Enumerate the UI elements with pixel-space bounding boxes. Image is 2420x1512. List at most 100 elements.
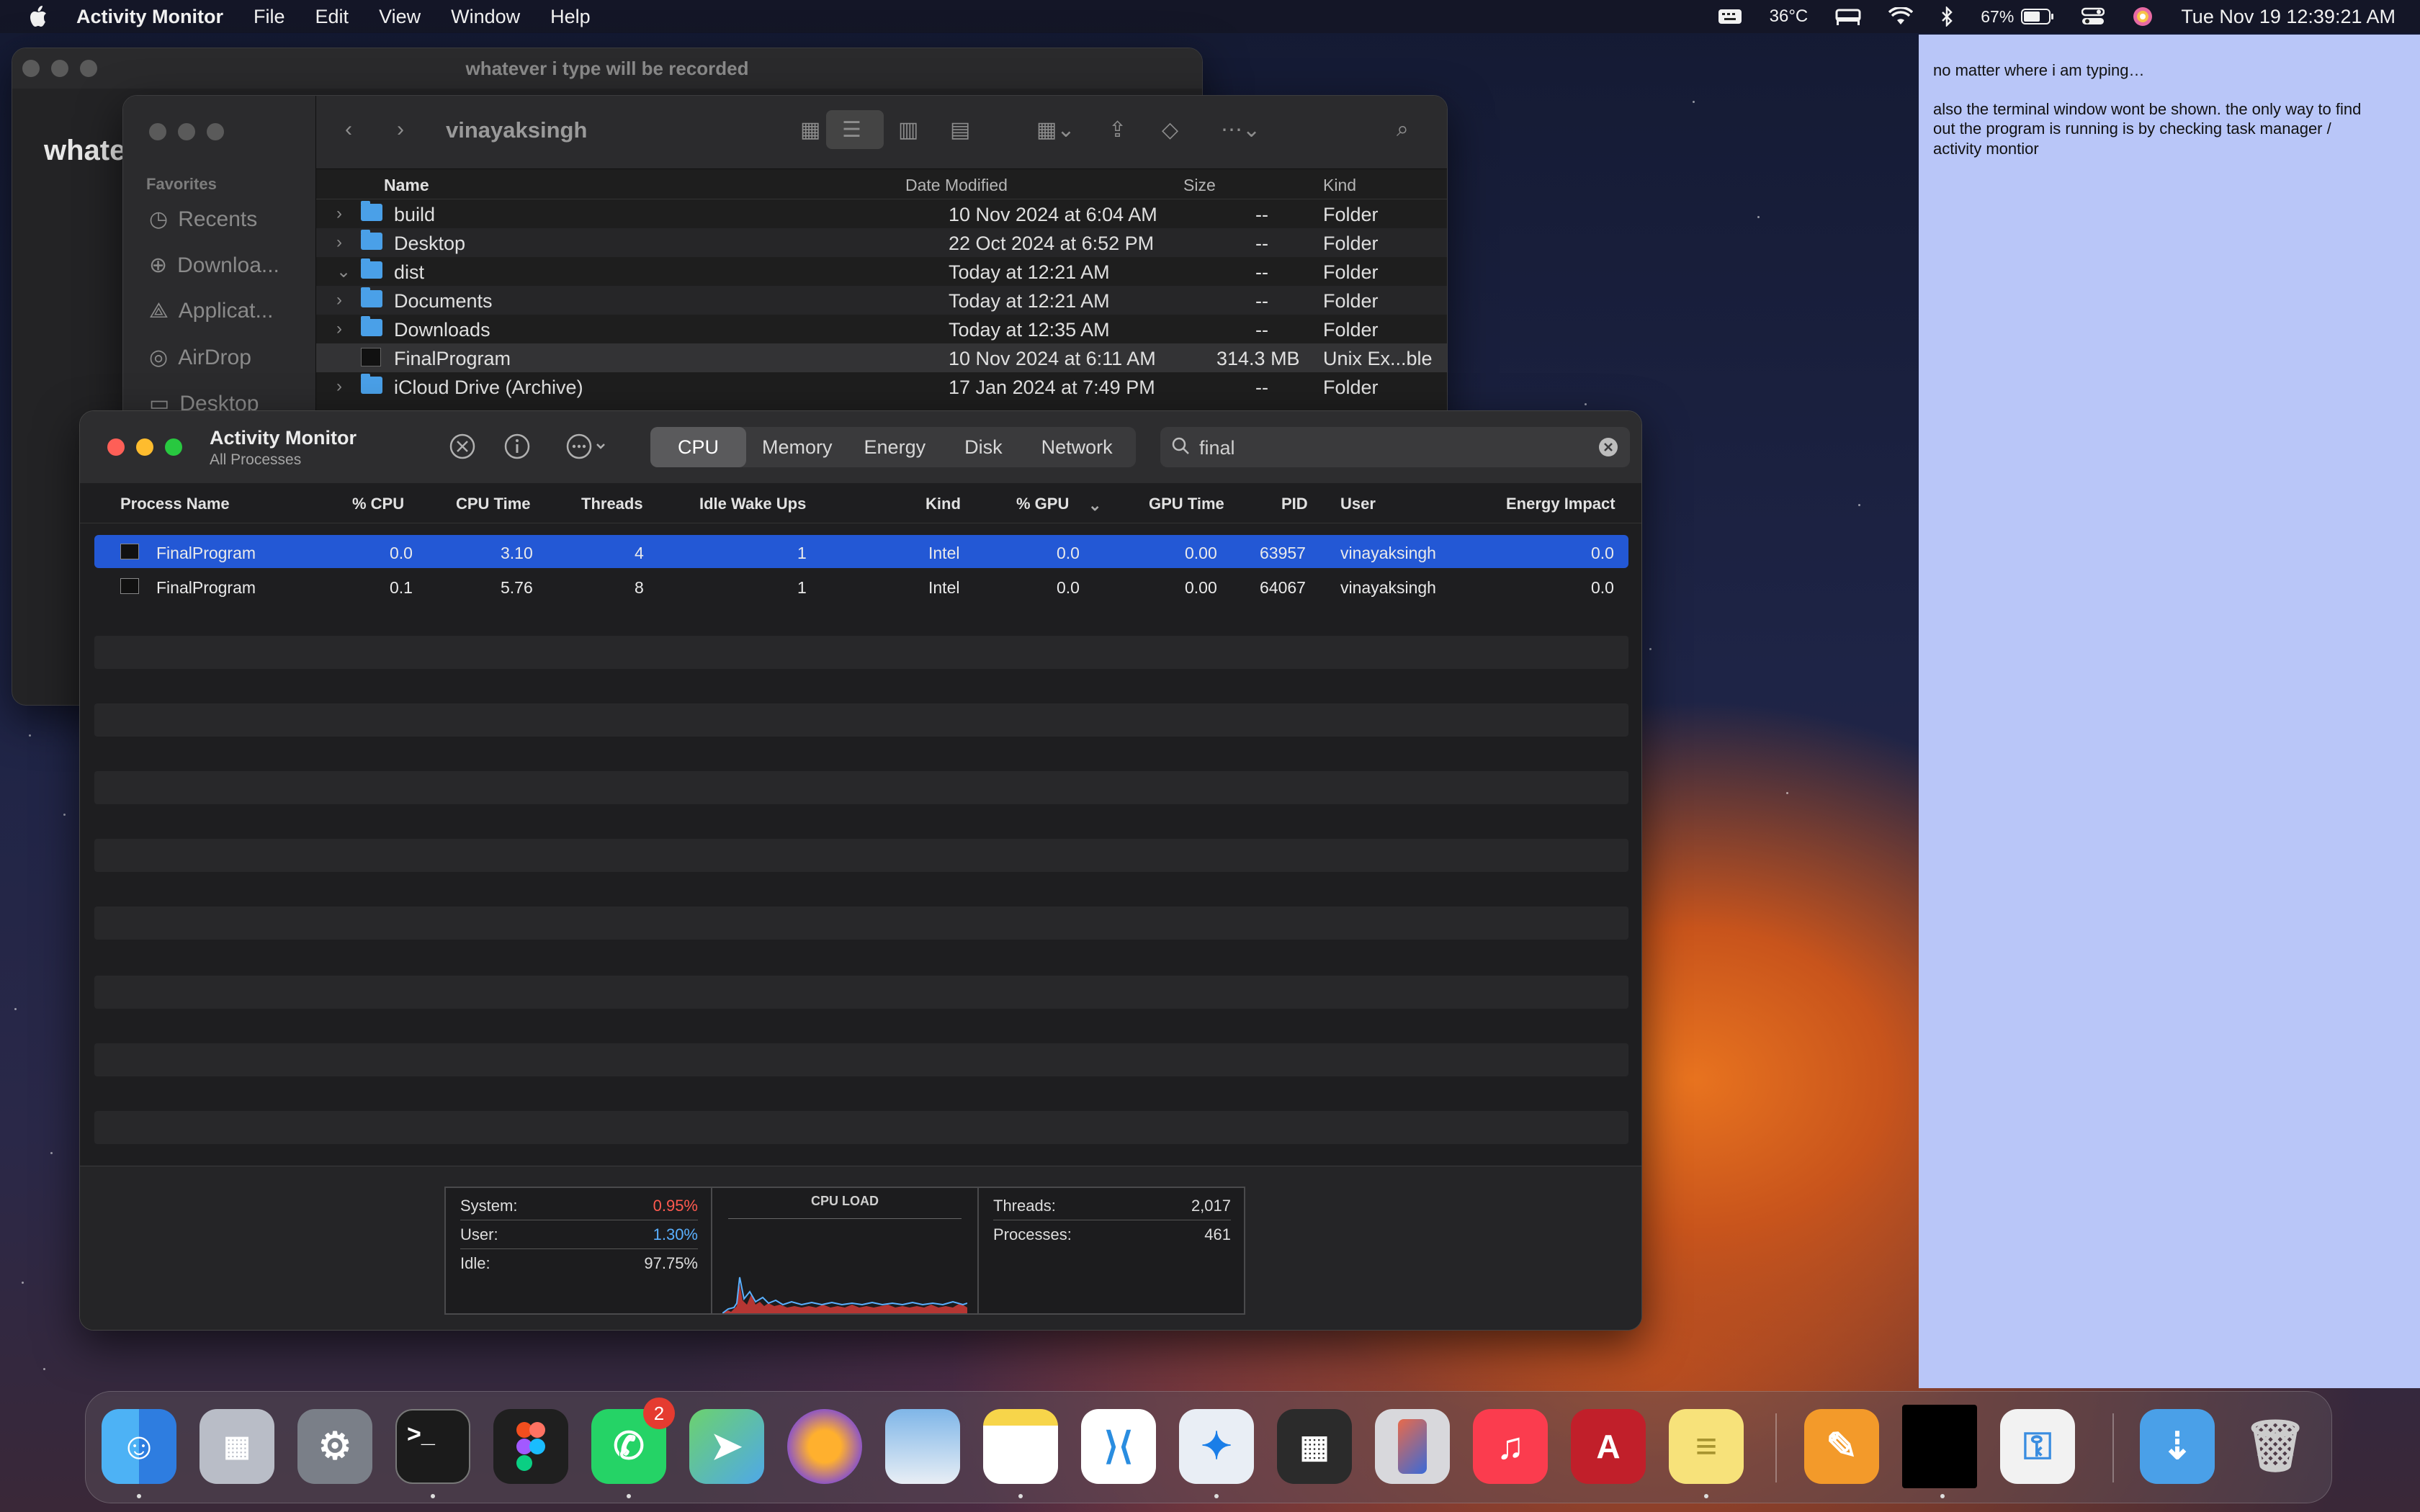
notes-icon[interactable] (983, 1409, 1058, 1484)
column-kind[interactable]: Kind (926, 495, 961, 513)
control-center-icon[interactable] (2081, 7, 2105, 26)
stickies-icon[interactable]: ≡ (1669, 1409, 1744, 1484)
group-icon[interactable]: ▦⌄ (1036, 117, 1075, 143)
disclosure-chevron[interactable]: › (336, 204, 342, 224)
trash-icon[interactable]: 🗑 (2238, 1409, 2313, 1484)
launchpad-icon[interactable]: ▦ (200, 1409, 274, 1484)
iphone-mirroring-icon[interactable] (1375, 1409, 1450, 1484)
column-gpu-time[interactable]: GPU Time (1149, 495, 1224, 513)
vscode-icon[interactable]: ⟩⟨ (1081, 1409, 1156, 1484)
column-view-icon[interactable]: ▥ (898, 117, 918, 143)
column-cpu-time[interactable]: CPU Time (456, 495, 531, 513)
disclosure-chevron[interactable]: › (336, 290, 342, 310)
close-button[interactable] (107, 438, 125, 456)
column-date-modified[interactable]: Date Modified (905, 176, 1008, 195)
close-button[interactable] (149, 123, 166, 140)
column-gpu[interactable]: % GPU (1016, 495, 1069, 513)
search-field[interactable]: final (1160, 427, 1630, 467)
safari-icon[interactable]: ✦ (1179, 1409, 1254, 1484)
file-row[interactable]: ⌄ dist Today at 12:21 AM -- Folder (316, 257, 1447, 286)
column-user[interactable]: User (1340, 495, 1376, 513)
share-icon[interactable]: ⇪ (1108, 117, 1126, 143)
menu-help[interactable]: Help (550, 6, 591, 28)
stop-process-icon[interactable] (449, 433, 476, 464)
zoom-button[interactable] (80, 60, 97, 77)
list-view-button[interactable]: ☰ (826, 110, 884, 149)
search-input[interactable]: final (1199, 437, 1235, 459)
activity-monitor-window[interactable]: Activity Monitor All Processes CPU Memor… (79, 410, 1642, 1331)
pages-icon[interactable]: ✎ (1804, 1409, 1879, 1484)
info-icon[interactable] (503, 433, 531, 464)
autocad-lt-icon[interactable]: A (1571, 1409, 1646, 1484)
sidebar-item-downloads[interactable]: ⊕ Downloa... (149, 253, 279, 278)
tab-memory[interactable]: Memory (746, 427, 848, 467)
column-idle-wake-ups[interactable]: Idle Wake Ups (699, 495, 806, 513)
music-icon[interactable]: ♫ (1473, 1409, 1548, 1484)
clear-search-icon[interactable] (1598, 437, 1618, 462)
back-icon[interactable]: ‹ (345, 117, 352, 142)
menu-app-name[interactable]: Activity Monitor (76, 6, 223, 28)
sidebar-item-recents[interactable]: ◷ Recents (149, 207, 257, 232)
menu-view[interactable]: View (379, 6, 421, 28)
finder-window[interactable]: Favorites ◷ Recents ⊕ Downloa... ⟁ Applicat… (122, 95, 1448, 426)
close-button[interactable] (22, 60, 40, 77)
column-threads[interactable]: Threads (581, 495, 643, 513)
search-icon[interactable]: ⌕ (1397, 117, 1409, 142)
sidebar-item-airdrop[interactable]: ◎ AirDrop (149, 345, 251, 370)
more-icon[interactable]: ⋯⌄ (1221, 117, 1260, 143)
menu-window[interactable]: Window (451, 6, 520, 28)
tab-disk[interactable]: Disk (941, 427, 1026, 467)
bluetooth-icon[interactable] (1940, 6, 1953, 27)
tag-icon[interactable]: ◇ (1162, 117, 1178, 143)
battery-icon[interactable] (2021, 8, 2054, 25)
file-row[interactable]: › Desktop 22 Oct 2024 at 6:52 PM -- Fold… (316, 228, 1447, 257)
disclosure-chevron[interactable]: › (336, 319, 342, 339)
terminal-window-icon[interactable] (1902, 1405, 1977, 1488)
menu-edit[interactable]: Edit (315, 6, 349, 28)
tab-energy[interactable]: Energy (848, 427, 942, 467)
menu-file[interactable]: File (254, 6, 285, 28)
icon-view-icon[interactable]: ▦ (800, 117, 820, 143)
column-cpu[interactable]: % CPU (352, 495, 404, 513)
terminal-icon[interactable]: >_ (395, 1409, 470, 1484)
file-row[interactable]: › build 10 Nov 2024 at 6:04 AM -- Folder (316, 199, 1447, 228)
column-process-name[interactable]: Process Name (120, 495, 230, 513)
keyboard-icon[interactable] (1718, 8, 1742, 25)
downloads-folder-icon[interactable]: ⇣ (2140, 1409, 2215, 1484)
sidebar-item-applications[interactable]: ⟁ Applicat... (149, 299, 274, 323)
column-pid[interactable]: PID (1281, 495, 1308, 513)
minimize-button[interactable] (51, 60, 68, 77)
process-row[interactable]: FinalProgram 0.1 5.76 8 1 Intel 0.0 0.00… (94, 570, 1628, 603)
disclosure-chevron[interactable]: ⌄ (336, 261, 351, 282)
file-row-selected[interactable]: FinalProgram 10 Nov 2024 at 6:11 AM 314.… (316, 343, 1447, 372)
zoom-button[interactable] (165, 438, 182, 456)
column-kind[interactable]: Kind (1323, 176, 1356, 195)
column-name[interactable]: Name (384, 176, 429, 195)
wifi-icon[interactable] (1888, 7, 1914, 26)
column-size[interactable]: Size (1183, 176, 1216, 195)
file-row[interactable]: › iCloud Drive (Archive) 17 Jan 2024 at … (316, 372, 1447, 401)
minimize-button[interactable] (136, 438, 153, 456)
passwords-icon[interactable]: ⚿ (2000, 1409, 2075, 1484)
disclosure-chevron[interactable]: › (336, 233, 342, 253)
file-row[interactable]: › Documents Today at 12:21 AM -- Folder (316, 286, 1447, 315)
figma-icon[interactable] (493, 1409, 568, 1484)
tab-network[interactable]: Network (1026, 427, 1129, 467)
zoom-button[interactable] (207, 123, 224, 140)
forward-icon[interactable]: › (397, 117, 404, 142)
bed-icon[interactable] (1835, 7, 1861, 26)
more-actions-icon[interactable] (565, 433, 609, 464)
clock[interactable]: Tue Nov 19 12:39:21 AM (2181, 6, 2396, 28)
column-energy-impact[interactable]: Energy Impact (1506, 495, 1615, 513)
tab-cpu[interactable]: CPU (650, 427, 747, 467)
apple-icon[interactable] (29, 4, 49, 29)
minimize-button[interactable] (178, 123, 195, 140)
siri-icon[interactable] (2132, 6, 2154, 27)
file-row[interactable]: › Downloads Today at 12:35 AM -- Folder (316, 315, 1447, 343)
system-settings-icon[interactable]: ⚙ (297, 1409, 372, 1484)
disclosure-chevron[interactable]: › (336, 377, 342, 397)
temperature-status[interactable]: 36°C (1770, 6, 1809, 27)
sort-chevron-icon[interactable]: ⌄ (1088, 496, 1101, 515)
finder-icon[interactable]: ☺ (102, 1409, 176, 1484)
calculator-icon[interactable]: ▦ (1277, 1409, 1352, 1484)
